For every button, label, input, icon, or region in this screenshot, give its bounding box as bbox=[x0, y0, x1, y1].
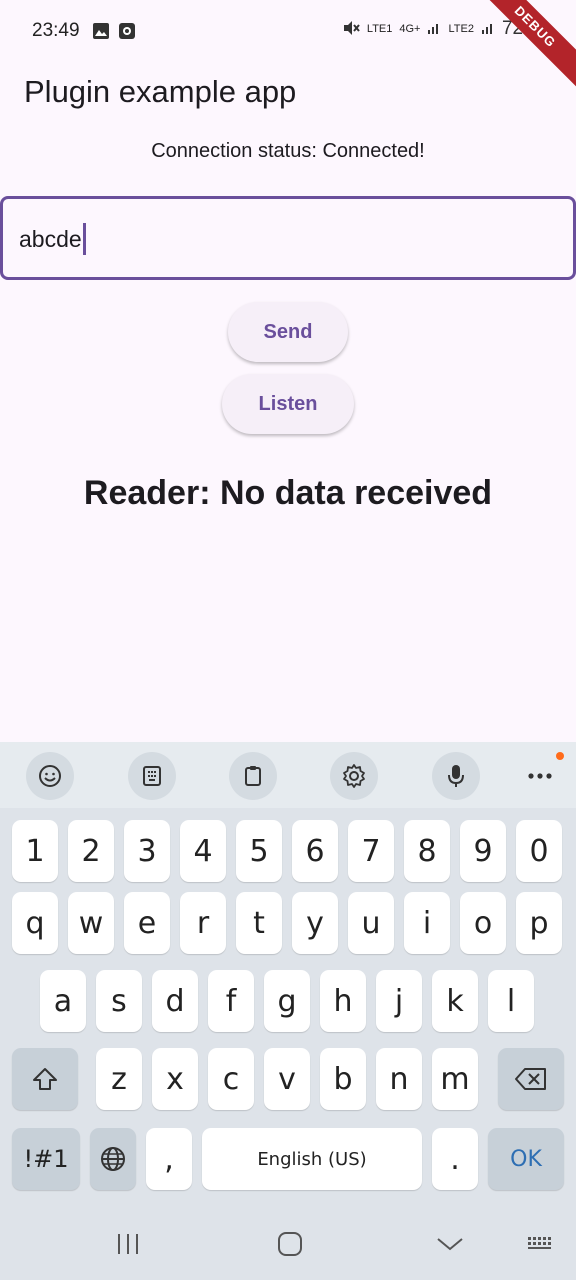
sim1-label: LTE1 bbox=[366, 23, 393, 35]
key-9[interactable]: 9 bbox=[460, 820, 506, 882]
keyboard-switch-icon[interactable] bbox=[522, 1232, 560, 1258]
globe-icon[interactable] bbox=[90, 1128, 136, 1190]
key-f[interactable]: f bbox=[208, 970, 254, 1032]
key-m[interactable]: m bbox=[432, 1048, 478, 1110]
key-p[interactable]: p bbox=[516, 892, 562, 954]
emoji-icon[interactable] bbox=[26, 752, 74, 800]
key-k[interactable]: k bbox=[432, 970, 478, 1032]
key-6[interactable]: 6 bbox=[292, 820, 338, 882]
navigation-bar bbox=[0, 1206, 576, 1280]
key-o[interactable]: o bbox=[460, 892, 506, 954]
signal1-icon bbox=[427, 21, 441, 38]
key-c[interactable]: c bbox=[208, 1048, 254, 1110]
notification-dot bbox=[556, 752, 564, 760]
network-label: 4G+ bbox=[399, 23, 421, 35]
key-n[interactable]: n bbox=[376, 1048, 422, 1110]
key-y[interactable]: y bbox=[292, 892, 338, 954]
space-key[interactable]: English (US) bbox=[202, 1128, 422, 1190]
message-input[interactable]: abcde bbox=[0, 196, 576, 280]
key-b[interactable]: b bbox=[320, 1048, 366, 1110]
text-caret bbox=[82, 223, 86, 255]
symbols-key[interactable]: !#1 bbox=[12, 1128, 80, 1190]
image-icon bbox=[92, 22, 110, 40]
send-button[interactable]: Send bbox=[228, 302, 348, 362]
period-key[interactable]: . bbox=[432, 1128, 478, 1190]
key-z[interactable]: z bbox=[96, 1048, 142, 1110]
key-x[interactable]: x bbox=[152, 1048, 198, 1110]
key-a[interactable]: a bbox=[40, 970, 86, 1032]
comma-key[interactable]: , bbox=[146, 1128, 192, 1190]
keyboard-toolbar bbox=[0, 742, 576, 808]
key-5[interactable]: 5 bbox=[236, 820, 282, 882]
settings-icon[interactable] bbox=[330, 752, 378, 800]
clipboard-icon[interactable] bbox=[229, 752, 277, 800]
recent-apps-icon[interactable] bbox=[108, 1228, 148, 1260]
key-w[interactable]: w bbox=[68, 892, 114, 954]
key-j[interactable]: j bbox=[376, 970, 422, 1032]
key-g[interactable]: g bbox=[264, 970, 310, 1032]
key-s[interactable]: s bbox=[96, 970, 142, 1032]
status-time: 23:49 bbox=[32, 20, 80, 41]
key-0[interactable]: 0 bbox=[516, 820, 562, 882]
key-v[interactable]: v bbox=[264, 1048, 310, 1110]
ok-key[interactable]: OK bbox=[488, 1128, 564, 1190]
key-r[interactable]: r bbox=[180, 892, 226, 954]
connection-status: Connection status: Connected! bbox=[151, 140, 425, 162]
key-i[interactable]: i bbox=[404, 892, 450, 954]
back-icon[interactable] bbox=[430, 1228, 470, 1260]
key-4[interactable]: 4 bbox=[180, 820, 226, 882]
key-l[interactable]: l bbox=[488, 970, 534, 1032]
key-u[interactable]: u bbox=[348, 892, 394, 954]
key-h[interactable]: h bbox=[320, 970, 366, 1032]
mute-icon bbox=[342, 19, 360, 40]
status-bar: 23:49 LTE1 4G+ LTE2 72% DEBUG bbox=[0, 0, 576, 97]
soft-keyboard: 1234567890 qwertyuiop asdfghjkl zxcvbnm !#1… bbox=[0, 742, 576, 1280]
message-input-value: abcde bbox=[19, 226, 82, 253]
key-8[interactable]: 8 bbox=[404, 820, 450, 882]
key-q[interactable]: q bbox=[12, 892, 58, 954]
listen-button[interactable]: Listen bbox=[222, 374, 354, 434]
key-d[interactable]: d bbox=[152, 970, 198, 1032]
reader-status: Reader: No data received bbox=[83, 474, 493, 512]
key-1[interactable]: 1 bbox=[12, 820, 58, 882]
sim2-label: LTE2 bbox=[448, 23, 474, 35]
app-title: Plugin example app bbox=[24, 74, 297, 109]
debug-banner: DEBUG bbox=[465, 0, 576, 97]
backspace-icon[interactable] bbox=[498, 1048, 564, 1110]
key-2[interactable]: 2 bbox=[68, 820, 114, 882]
key-7[interactable]: 7 bbox=[348, 820, 394, 882]
signal2-icon bbox=[481, 21, 495, 38]
microphone-icon[interactable] bbox=[432, 752, 480, 800]
home-icon[interactable] bbox=[270, 1228, 310, 1260]
key-e[interactable]: e bbox=[124, 892, 170, 954]
keypad-icon[interactable] bbox=[128, 752, 176, 800]
key-3[interactable]: 3 bbox=[124, 820, 170, 882]
shift-icon[interactable] bbox=[12, 1048, 78, 1110]
media-icon bbox=[118, 22, 136, 40]
key-t[interactable]: t bbox=[236, 892, 282, 954]
